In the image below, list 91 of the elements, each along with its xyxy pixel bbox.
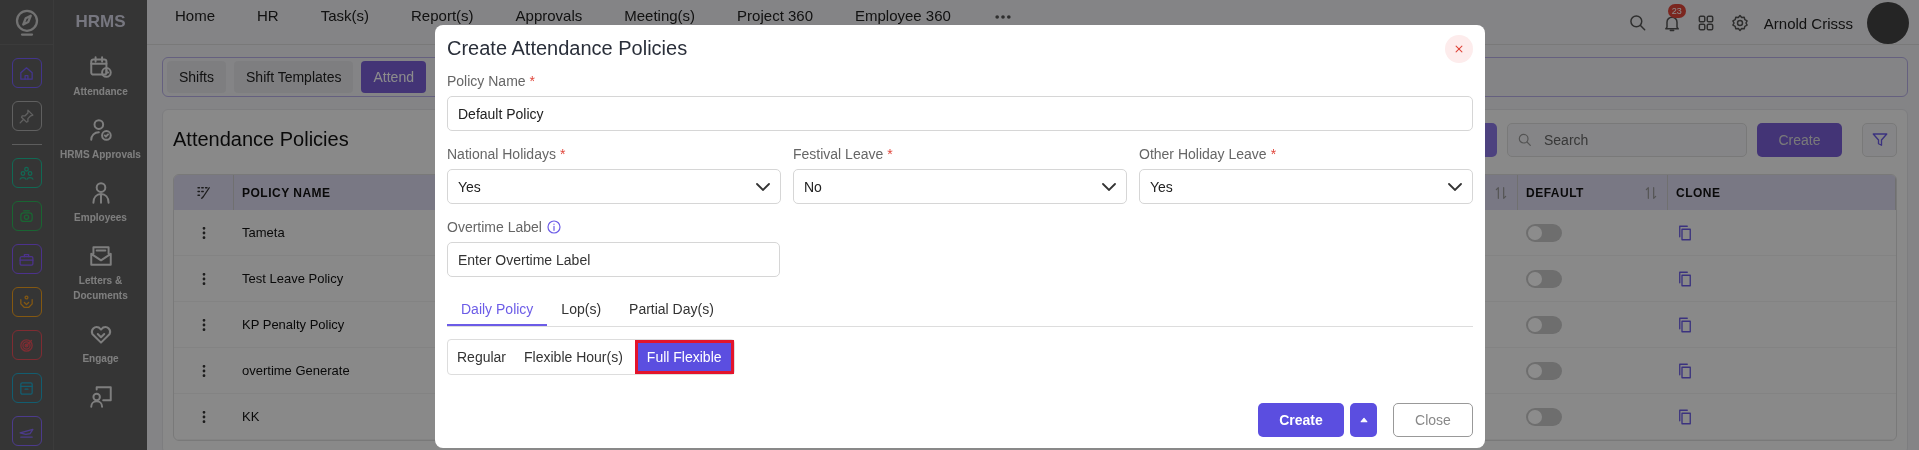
holiday-select[interactable]: No — [793, 169, 1127, 204]
cloud-app-button[interactable] — [11, 201, 42, 231]
notification-badge: 23 — [1667, 4, 1686, 18]
mode-option[interactable]: Full Flexible — [637, 343, 731, 371]
nav-link[interactable]: Employee 360 — [855, 7, 951, 24]
avatar[interactable] — [1867, 2, 1909, 44]
default-toggle[interactable] — [1526, 407, 1562, 426]
person-check-icon — [87, 117, 114, 143]
filter-button[interactable] — [1862, 122, 1897, 157]
policy-name: overtime Generate — [242, 363, 350, 378]
field-label: Policy Name — [447, 73, 526, 89]
holiday-select[interactable]: Yes — [1139, 169, 1473, 204]
field-label: Other Holiday Leave — [1139, 146, 1267, 162]
people-icon — [18, 164, 35, 182]
create-button[interactable]: Create — [1258, 403, 1344, 437]
chevron-down-icon — [1448, 182, 1462, 191]
policy-name: Tameta — [242, 225, 285, 240]
required-mark: * — [887, 146, 893, 162]
required-mark: * — [529, 73, 536, 89]
settings-icon[interactable] — [1729, 13, 1750, 33]
field-label: Festival Leave — [793, 146, 884, 162]
holiday-select[interactable]: Yes — [447, 169, 781, 204]
column-header: DEFAULT — [1526, 185, 1584, 200]
pin-icon — [18, 107, 35, 125]
cloud-icon — [18, 207, 35, 225]
copy-icon[interactable] — [1676, 407, 1694, 426]
default-toggle[interactable] — [1526, 361, 1562, 380]
pin-app-button[interactable] — [11, 101, 42, 131]
nav-link[interactable]: HR — [257, 7, 279, 24]
default-toggle[interactable] — [1526, 223, 1562, 242]
app-title: HRMS — [75, 11, 126, 33]
nav-link[interactable]: Task(s) — [320, 7, 370, 24]
page-tab[interactable]: Shifts — [167, 61, 226, 93]
default-toggle[interactable] — [1526, 269, 1562, 288]
filter-icon — [1870, 130, 1889, 149]
target-icon — [18, 336, 35, 354]
column-header: CLONE — [1676, 185, 1721, 200]
sidebar-item[interactable]: Engage — [55, 311, 146, 374]
default-toggle[interactable] — [1526, 315, 1562, 334]
search-field[interactable]: Search — [1507, 122, 1747, 157]
dialog-title: Create Attendance Policies — [447, 37, 688, 60]
sort-icon[interactable] — [1493, 184, 1509, 201]
sidebar-item[interactable]: Letters & Documents — [55, 233, 146, 311]
nav-link[interactable]: Project 360 — [737, 7, 813, 24]
page-title: Attendance Policies — [173, 128, 349, 151]
copy-icon[interactable] — [1676, 315, 1694, 334]
user-name[interactable]: Arnold Crisss — [1763, 14, 1853, 32]
policy-tab[interactable]: Lop(s) — [547, 293, 616, 326]
overtime-label-field[interactable]: Enter Overtime Label — [447, 242, 780, 277]
close-button[interactable]: Close — [1393, 403, 1473, 437]
field-label: National Holidays — [447, 146, 556, 162]
home-icon — [18, 64, 35, 82]
page-tab[interactable]: Shift Templates — [234, 61, 354, 93]
people-app-button[interactable] — [11, 158, 42, 188]
policy-name: KK — [242, 409, 260, 424]
sort-icon[interactable] — [1643, 184, 1659, 201]
hands-app-button[interactable] — [11, 287, 42, 317]
policy-name-field[interactable]: Default Policy — [447, 96, 1473, 131]
nav-link[interactable]: Meeting(s) — [624, 7, 696, 24]
box-icon — [18, 379, 35, 397]
required-mark: * — [1270, 146, 1277, 162]
sidebar-item[interactable]: Employees — [55, 170, 146, 233]
policy-name: KP Penalty Policy — [242, 317, 345, 332]
required-mark: * — [559, 146, 566, 162]
create-options-button[interactable] — [1350, 403, 1377, 437]
chevron-down-icon — [756, 182, 770, 191]
box-app-button[interactable] — [11, 373, 42, 403]
copy-icon[interactable] — [1676, 269, 1694, 288]
close-button[interactable] — [1445, 34, 1473, 63]
policy-name: Test Leave Policy — [242, 271, 344, 286]
calendar-icon — [87, 54, 114, 80]
mode-option[interactable]: Regular — [448, 343, 516, 371]
envelope-icon — [87, 243, 114, 269]
policy-tab[interactable]: Partial Day(s) — [615, 293, 728, 326]
copy-icon[interactable] — [1676, 223, 1694, 242]
copy-icon[interactable] — [1676, 361, 1694, 380]
hands-icon — [18, 293, 35, 311]
chevron-down-icon — [1102, 182, 1116, 191]
sidebar-item[interactable]: HRMS Approvals — [55, 107, 146, 170]
search-icon[interactable] — [1627, 13, 1648, 33]
mode-option[interactable]: Flexible Hour(s) — [515, 343, 632, 371]
nav-link[interactable]: Report(s) — [411, 7, 474, 24]
info-icon[interactable] — [545, 219, 562, 235]
sidebar-item[interactable]: Attendance — [55, 44, 146, 107]
field-label: Overtime Label — [447, 219, 542, 235]
column-header: POLICY NAME — [242, 185, 331, 200]
page-tab[interactable]: Attend — [361, 61, 426, 93]
nav-link[interactable]: Approvals — [515, 7, 583, 24]
presenter-icon — [87, 384, 114, 410]
policy-tab[interactable]: Daily Policy — [447, 293, 548, 326]
nav-link[interactable]: Home — [175, 7, 215, 24]
